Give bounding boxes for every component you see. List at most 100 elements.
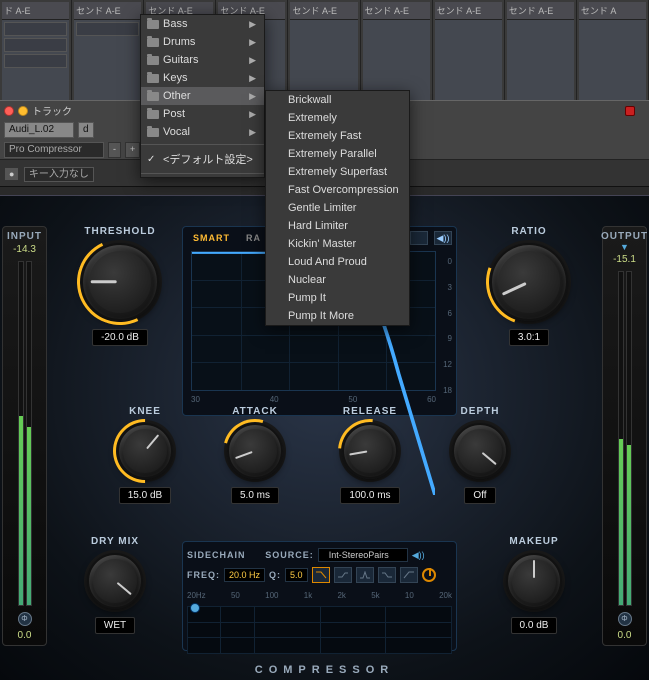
depth-value[interactable]: Off: [464, 487, 495, 504]
filter-hipass-icon[interactable]: [400, 567, 418, 583]
output-value: -15.1: [613, 254, 636, 265]
drymix-knob-group: DRY MIX WET: [70, 536, 160, 634]
output-gain: 0.0: [618, 630, 632, 641]
threshold-value[interactable]: -20.0 dB: [92, 329, 148, 346]
threshold-knob[interactable]: [81, 243, 159, 321]
folder-icon: [147, 56, 159, 65]
folder-icon: [147, 74, 159, 83]
makeup-value[interactable]: 0.0 dB: [511, 617, 558, 634]
sidechain-filter-graph[interactable]: [187, 606, 452, 654]
folder-icon: [147, 20, 159, 29]
attack-value[interactable]: 5.0 ms: [231, 487, 279, 504]
submenu-item[interactable]: Extremely Parallel: [266, 145, 409, 163]
plus-button[interactable]: +: [125, 142, 140, 158]
menu-item-default[interactable]: ✓<デフォルト設定>: [141, 148, 264, 170]
output-meter: OUTPUT ▼ -15.1 Φ 0.0: [602, 226, 647, 646]
folder-icon: [147, 128, 159, 137]
track-header-row: ド A-E センド A-E センド A-E センド A-E センド A-E セン…: [0, 0, 649, 100]
release-knob[interactable]: [342, 423, 398, 479]
menu-item-guitars[interactable]: Guitars▶: [141, 51, 264, 69]
track-col-label: センド A-E: [74, 2, 141, 20]
submenu-item[interactable]: Pump It: [266, 289, 409, 307]
makeup-knob-group: MAKEUP 0.0 dB: [489, 536, 579, 634]
track-col-label: センド A: [579, 2, 646, 20]
submenu-item[interactable]: Brickwall: [266, 91, 409, 109]
submenu-arrow-icon: ▶: [249, 127, 256, 138]
sidechain-power-button[interactable]: [422, 568, 436, 582]
submenu-arrow-icon: ▶: [249, 37, 256, 48]
bypass-button[interactable]: ●: [4, 167, 19, 181]
submenu-arrow-icon: ▶: [249, 19, 256, 30]
drymix-value[interactable]: WET: [95, 617, 135, 634]
menu-item-bass[interactable]: Bass▶: [141, 15, 264, 33]
submenu-arrow-icon: ▶: [249, 91, 256, 102]
menu-item-drums[interactable]: Drums▶: [141, 33, 264, 51]
menu-item-keys[interactable]: Keys▶: [141, 69, 264, 87]
menu-item-other[interactable]: Other▶: [141, 87, 264, 105]
q-value[interactable]: 5.0: [285, 568, 308, 582]
output-phase-button[interactable]: Φ: [618, 612, 632, 626]
d-button[interactable]: d: [78, 122, 94, 138]
submenu-item[interactable]: Extremely Fast: [266, 127, 409, 145]
submenu-item[interactable]: Extremely Superfast: [266, 163, 409, 181]
submenu-arrow-icon: ▶: [249, 109, 256, 120]
graph-tab-smart[interactable]: SMART: [187, 231, 236, 245]
submenu-item[interactable]: Extremely: [266, 109, 409, 127]
graph-tab-ra[interactable]: RA: [240, 231, 267, 245]
drymix-knob[interactable]: [87, 553, 143, 609]
input-title: INPUT: [7, 231, 42, 242]
ratio-value[interactable]: 3.0:1: [509, 329, 549, 346]
threshold-knob-group: THRESHOLD -20.0 dB: [70, 226, 170, 346]
knee-knob[interactable]: [117, 423, 173, 479]
minimize-window-button[interactable]: [18, 106, 28, 116]
filter-lowpass-icon[interactable]: [312, 567, 330, 583]
q-label: Q:: [269, 570, 281, 580]
depth-knob[interactable]: [452, 423, 508, 479]
submenu-item[interactable]: Fast Overcompression: [266, 181, 409, 199]
submenu-item[interactable]: Pump It More: [266, 307, 409, 325]
filter-hishelf-icon[interactable]: [334, 567, 352, 583]
submenu-item[interactable]: Hard Limiter: [266, 217, 409, 235]
knee-value[interactable]: 15.0 dB: [119, 487, 171, 504]
track-col-label: ド A-E: [2, 2, 69, 20]
input-gain: 0.0: [18, 630, 32, 641]
input-value: -14.3: [13, 244, 36, 255]
knee-knob-group: KNEE 15.0 dB: [105, 406, 185, 504]
release-value[interactable]: 100.0 ms: [340, 487, 399, 504]
filter-loshelf-icon[interactable]: [378, 567, 396, 583]
speaker-icon[interactable]: ◀)): [434, 231, 452, 245]
ratio-knob[interactable]: [490, 243, 568, 321]
close-window-button[interactable]: [4, 106, 14, 116]
attack-knob[interactable]: [227, 423, 283, 479]
folder-icon: [147, 92, 159, 101]
plugin-name-select[interactable]: Pro Compressor: [4, 142, 104, 158]
submenu-arrow-icon: ▶: [249, 55, 256, 66]
minus-button[interactable]: -: [108, 142, 121, 158]
makeup-knob[interactable]: [506, 553, 562, 609]
track-col-label: センド A-E: [435, 2, 502, 20]
source-select[interactable]: Int-StereoPairs: [318, 548, 408, 562]
sidechain-listen-icon[interactable]: ◀)): [412, 550, 425, 561]
plugin-footer-title: COMPRESSOR: [0, 664, 649, 676]
preset-name-select[interactable]: Audi_L.02: [4, 122, 74, 138]
submenu-item[interactable]: Loud And Proud: [266, 253, 409, 271]
menu-item-vocal[interactable]: Vocal▶: [141, 123, 264, 141]
freq-value[interactable]: 20.0 Hz: [224, 568, 265, 582]
graph-view-icon[interactable]: [410, 231, 428, 245]
input-phase-button[interactable]: Φ: [18, 612, 32, 626]
filter-bandpass-icon[interactable]: [356, 567, 374, 583]
input-meter: INPUT -14.3 Φ 0.0: [2, 226, 47, 646]
submenu-item[interactable]: Kickin' Master: [266, 235, 409, 253]
attack-knob-group: ATTACK 5.0 ms: [215, 406, 295, 504]
record-indicator[interactable]: [625, 106, 635, 116]
filter-handle[interactable]: [190, 603, 200, 613]
key-input-select[interactable]: キー入力なし: [24, 167, 94, 182]
submenu-item[interactable]: Nuclear: [266, 271, 409, 289]
output-title: OUTPUT: [601, 231, 648, 242]
submenu-arrow-icon: ▶: [249, 73, 256, 84]
sidechain-panel: SIDECHAIN SOURCE: Int-StereoPairs ◀)) FR…: [182, 541, 457, 651]
graph-y-scale: 03691218: [443, 257, 452, 395]
track-col-label: センド A-E: [290, 2, 357, 20]
menu-item-post[interactable]: Post▶: [141, 105, 264, 123]
submenu-item[interactable]: Gentle Limiter: [266, 199, 409, 217]
